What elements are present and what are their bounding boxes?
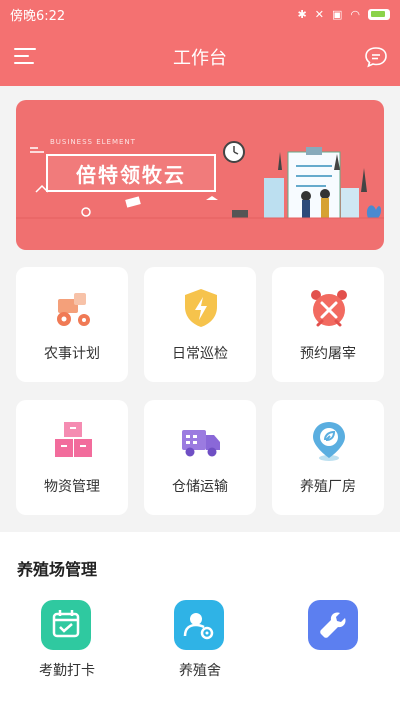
grid-item-farming-plan[interactable]: 农事计划 [16,267,128,382]
farm-item-label: 养殖舍 [179,663,221,679]
tractor-icon [57,293,90,326]
status-bar: 傍晚6:22 ✱ ✕ ▣ ◠ [0,0,400,28]
status-icons: ✱ ✕ ▣ ◠ [298,8,390,21]
alarm-icon [311,290,347,327]
grid-item-storage-transport[interactable]: 仓储运输 [144,400,256,515]
section-title: 养殖场管理 [17,560,98,579]
location-icon [313,422,345,461]
page-title: 工作台 [173,48,227,69]
mute-icon: ✕ [314,7,324,21]
grid-item-label: 物资管理 [44,479,100,495]
farm-item-label: 考勤打卡 [39,663,95,679]
message-icon[interactable] [364,46,388,68]
banner-title: 倍特领牧云 [46,154,216,192]
calendar-check-icon [41,600,91,650]
grid-item-label: 预约屠宰 [300,346,356,362]
app-bar: 工作台 [0,28,400,86]
grid-item-materials[interactable]: 物资管理 [16,400,128,515]
wrench-icon [308,600,358,650]
grid-item-breeding-house[interactable]: 养殖厂房 [272,400,384,515]
grid-item-slaughter-booking[interactable]: 预约屠宰 [272,267,384,382]
farm-item-attendance[interactable]: 考勤打卡 [12,600,122,690]
menu-button[interactable] [14,48,36,66]
wifi-icon: ◠ [350,7,360,21]
grid-item-label: 农事计划 [44,346,100,362]
banner-subtitle: BUSINESS ELEMENT [50,138,136,146]
shield-icon [185,289,217,327]
bluetooth-icon: ✱ [297,7,307,21]
boxes-icon [55,422,92,457]
battery-icon [368,8,390,20]
user-settings-icon [174,600,224,650]
truck-icon [182,430,220,457]
farm-management-section: 养殖场管理 考勤打卡 养殖舍 [0,532,400,710]
sim-icon: ▣ [331,7,343,21]
grid-item-label: 养殖厂房 [300,479,356,495]
farm-item-maintenance[interactable] [279,600,389,690]
menu-icon [14,48,36,50]
grid-item-label: 日常巡检 [172,346,228,362]
farm-item-breeding-shed[interactable]: 养殖舍 [145,600,255,690]
status-time: 傍晚6:22 [10,8,66,24]
grid-item-daily-inspection[interactable]: 日常巡检 [144,267,256,382]
grid-item-label: 仓储运输 [172,479,228,495]
banner[interactable]: BUSINESS ELEMENT 倍特领牧云 [16,100,384,250]
